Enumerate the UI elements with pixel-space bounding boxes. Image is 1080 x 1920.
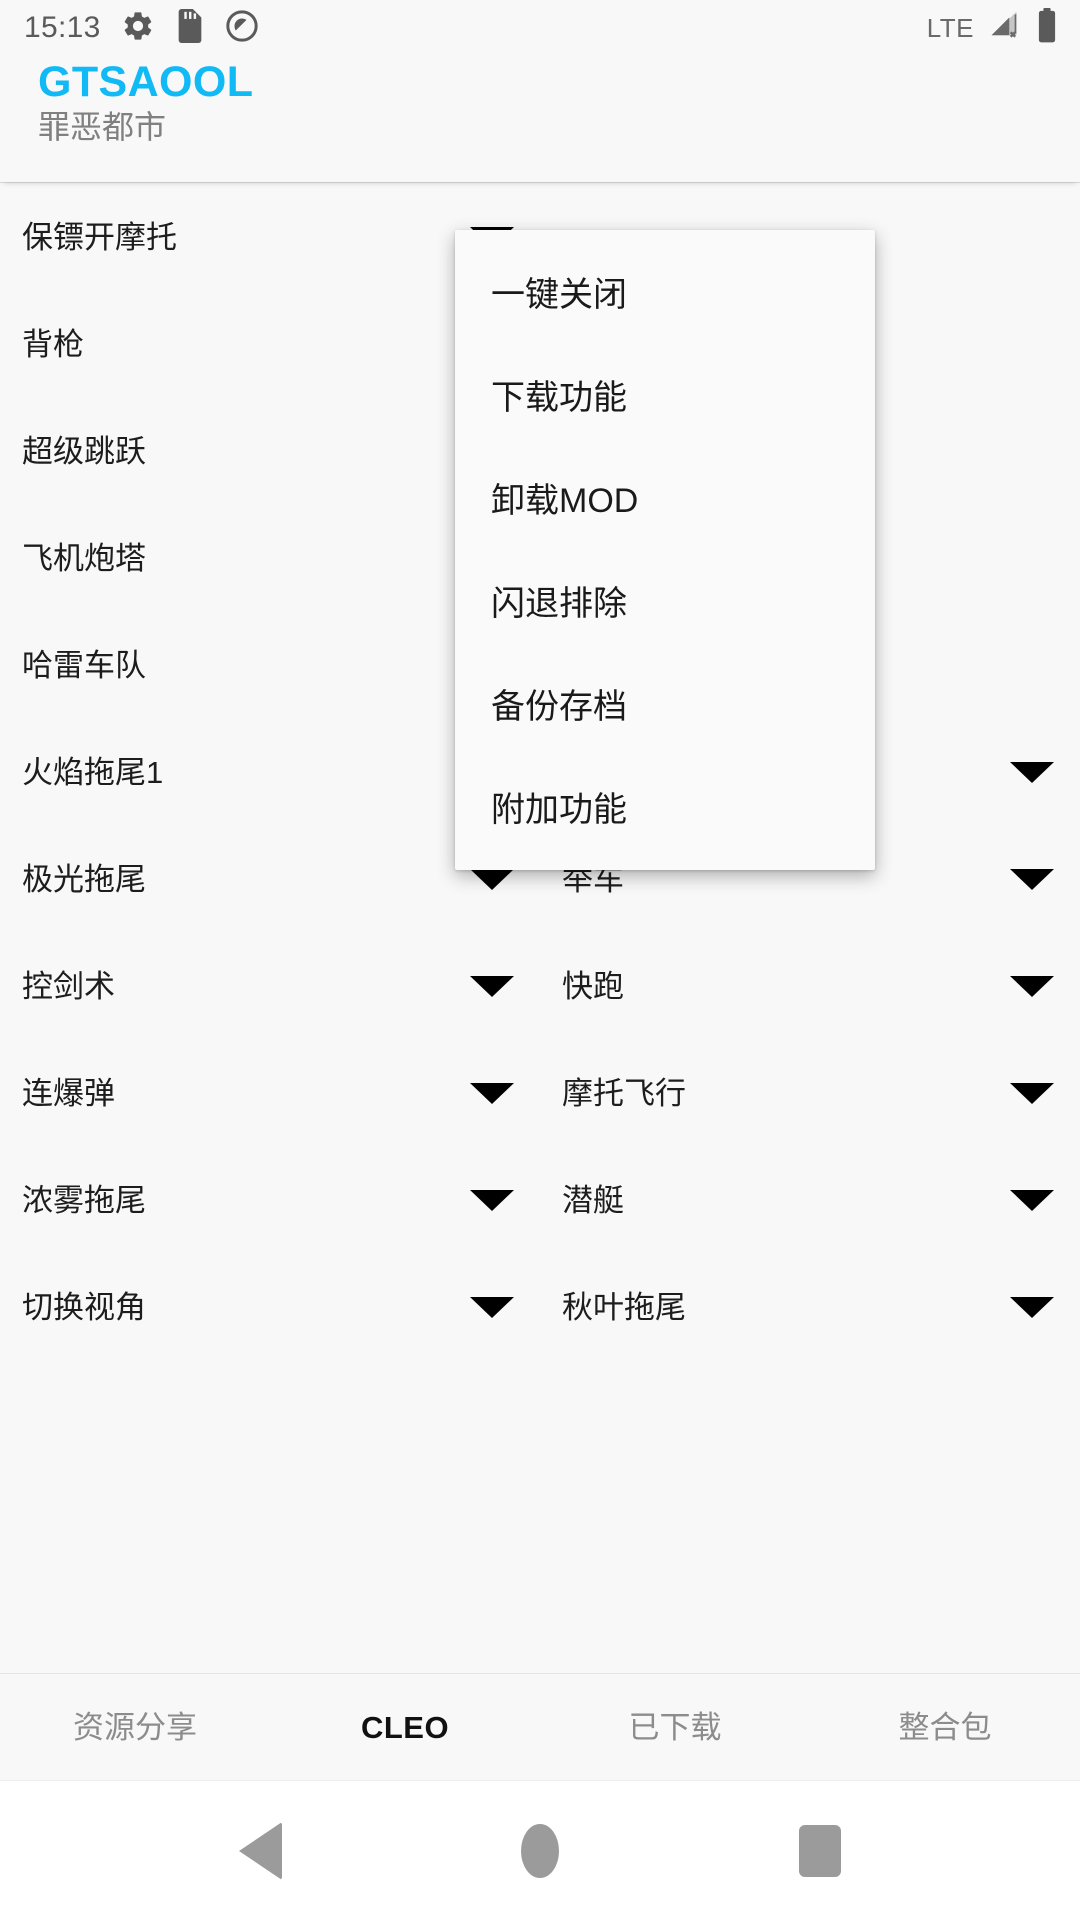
tab-1[interactable]: 资源分享 — [0, 1712, 270, 1743]
mod-list-item-label: 极光拖尾 — [22, 864, 146, 895]
mod-list-item-label: 保镖开摩托 — [22, 222, 177, 253]
overflow-menu-item[interactable]: 卸载MOD — [455, 446, 875, 549]
status-bar-right: LTE — [927, 8, 1058, 49]
mod-list-item[interactable]: 快跑 — [540, 933, 1080, 1040]
recents-icon — [799, 1825, 841, 1877]
bottom-tab-bar: 资源分享CLEO已下载整合包 — [0, 1673, 1080, 1780]
gear-icon — [121, 9, 155, 48]
chevron-down-icon[interactable] — [470, 869, 514, 890]
signal-no-service-icon — [987, 9, 1023, 48]
mod-list-item-label: 切换视角 — [22, 1292, 146, 1323]
chevron-down-icon[interactable] — [470, 1083, 514, 1104]
tab-4[interactable]: 整合包 — [810, 1712, 1080, 1743]
nav-home-button[interactable] — [485, 1801, 595, 1901]
status-bar-clock: 15:13 — [24, 13, 101, 43]
battery-full-icon — [1036, 8, 1058, 49]
nav-back-button[interactable] — [205, 1801, 315, 1901]
phone-screen: 15:13 L — [0, 0, 1080, 1920]
mod-list-item[interactable]: 秋叶拖尾 — [540, 1254, 1080, 1361]
mod-list-item-label: 哈雷车队 — [22, 650, 146, 681]
network-type-label: LTE — [927, 15, 974, 41]
tab-3[interactable]: 已下载 — [540, 1712, 810, 1743]
app-title: GTSAOOL — [38, 60, 1080, 105]
home-icon — [521, 1824, 559, 1878]
mod-list-item-label: 潜艇 — [562, 1185, 624, 1216]
overflow-menu-item[interactable]: 下载功能 — [455, 343, 875, 446]
sd-card-icon — [175, 9, 205, 48]
do-not-disturb-icon — [225, 9, 259, 48]
app-subtitle: 罪恶都市 — [38, 108, 1080, 146]
overflow-menu-item[interactable]: 一键关闭 — [455, 240, 875, 343]
chevron-down-icon[interactable] — [1010, 1297, 1054, 1318]
mod-list-item[interactable]: 潜艇 — [540, 1147, 1080, 1254]
mod-list-item-label: 浓雾拖尾 — [22, 1185, 146, 1216]
mod-list-item-label: 摩托飞行 — [562, 1078, 686, 1109]
mod-list-item-label: 火焰拖尾1 — [22, 757, 163, 788]
mod-list-item-label: 超级跳跃 — [22, 436, 146, 467]
chevron-down-icon[interactable] — [470, 1190, 514, 1211]
overflow-menu-item[interactable]: 备份存档 — [455, 652, 875, 755]
mod-list-item-label: 控剑术 — [22, 971, 115, 1002]
back-icon — [239, 1822, 282, 1880]
mod-list-item-label: 秋叶拖尾 — [562, 1292, 686, 1323]
app-bar: GTSAOOL 罪恶都市 — [0, 56, 1080, 182]
mod-list-item-label: 快跑 — [562, 971, 624, 1002]
mod-list-item[interactable]: 控剑术 — [0, 933, 540, 1040]
mod-list-item[interactable]: 摩托飞行 — [540, 1040, 1080, 1147]
overflow-menu-item[interactable]: 附加功能 — [455, 755, 875, 858]
mod-list-item[interactable]: 浓雾拖尾 — [0, 1147, 540, 1254]
mod-list-item-label: 飞机炮塔 — [22, 543, 146, 574]
status-bar: 15:13 L — [0, 0, 1080, 56]
tab-2[interactable]: CLEO — [270, 1712, 540, 1743]
mod-list-item-label: 连爆弹 — [22, 1078, 115, 1109]
chevron-down-icon[interactable] — [1010, 1190, 1054, 1211]
mod-list-area: 保镖开摩托背枪超级跳跃飞机炮塔哈雷车队火焰拖尾1火焰拖尾2极光拖尾举车控剑术快跑… — [0, 182, 1080, 1673]
nav-recents-button[interactable] — [765, 1801, 875, 1901]
chevron-down-icon[interactable] — [1010, 869, 1054, 890]
system-navigation-bar — [0, 1780, 1080, 1920]
chevron-down-icon[interactable] — [470, 1297, 514, 1318]
mod-list-item-label: 背枪 — [22, 329, 84, 360]
overflow-menu[interactable]: 一键关闭下载功能卸载MOD闪退排除备份存档附加功能 — [455, 230, 875, 870]
mod-list-item[interactable]: 切换视角 — [0, 1254, 540, 1361]
status-bar-left: 15:13 — [24, 9, 259, 48]
chevron-down-icon[interactable] — [1010, 1083, 1054, 1104]
overflow-menu-item[interactable]: 闪退排除 — [455, 549, 875, 652]
chevron-down-icon[interactable] — [470, 976, 514, 997]
chevron-down-icon[interactable] — [1010, 976, 1054, 997]
mod-list-item[interactable]: 连爆弹 — [0, 1040, 540, 1147]
chevron-down-icon[interactable] — [1010, 762, 1054, 783]
